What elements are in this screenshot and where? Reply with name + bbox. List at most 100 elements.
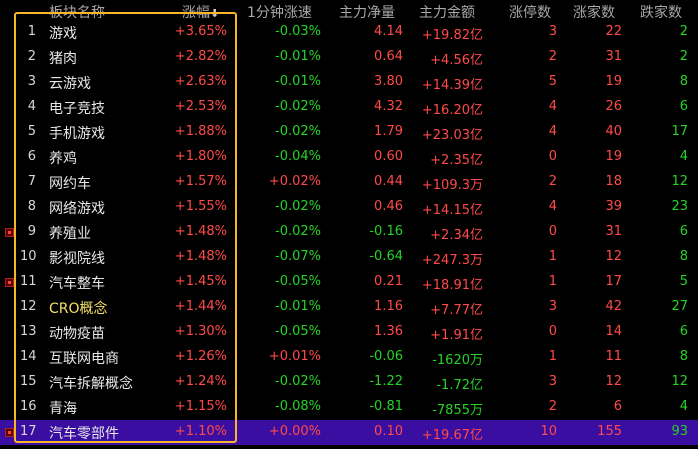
table-row[interactable]: 7 网约车 +1.57% +0.02% 0.44 +109.3万 2 18 12: [0, 170, 698, 195]
one-min-speed: -0.01%: [275, 299, 321, 314]
table-row[interactable]: 17 汽车零部件 +1.10% +0.00% 0.10 +19.67亿 10 155 93: [0, 420, 698, 445]
main-amount: +18.91亿: [421, 278, 483, 293]
table-row[interactable]: 14 互联网电商 +1.26% +0.01% -0.06 -1620万 1 11 8: [0, 345, 698, 370]
change-percent: +1.15%: [174, 399, 227, 414]
down-count: 4: [679, 399, 688, 414]
header-down[interactable]: 跌家数: [640, 2, 682, 22]
header-speed[interactable]: 1分钟涨速: [247, 2, 312, 22]
limit-up-count: 1: [548, 249, 557, 264]
table-row[interactable]: 8 网络游戏 +1.55% -0.02% 0.46 +14.15亿 4 39 23: [0, 195, 698, 220]
table-row[interactable]: 16 青海 +1.15% -0.08% -0.81 -7855万 2 6 4: [0, 395, 698, 420]
net-flow: -1.22: [369, 374, 403, 389]
limit-up-count: 2: [548, 174, 557, 189]
main-amount: +247.3万: [421, 253, 483, 268]
net-flow: 1.36: [374, 324, 403, 339]
row-number: 16: [20, 399, 37, 414]
one-min-speed: -0.02%: [275, 374, 321, 389]
sector-name: CRO概念: [49, 301, 108, 317]
net-flow: 0.21: [374, 274, 403, 289]
change-percent: +2.63%: [174, 74, 227, 89]
main-amount: -7855万: [432, 403, 483, 418]
down-count: 17: [671, 124, 688, 139]
main-amount: +14.15亿: [421, 203, 483, 218]
change-percent: +1.88%: [174, 124, 227, 139]
up-count: 39: [605, 199, 622, 214]
main-amount: +2.35亿: [430, 153, 483, 168]
net-flow: -0.16: [369, 224, 403, 239]
header-limit-up[interactable]: 涨停数: [509, 2, 551, 22]
net-flow: 1.79: [374, 124, 403, 139]
down-count: 8: [679, 74, 688, 89]
row-number: 8: [27, 199, 36, 214]
sector-name: 游戏: [49, 26, 77, 42]
main-amount: +19.82亿: [421, 28, 483, 43]
down-count: 5: [679, 274, 688, 289]
row-number: 9: [27, 224, 36, 239]
one-min-speed: +0.02%: [268, 174, 321, 189]
change-percent: +2.82%: [174, 49, 227, 64]
row-number: 13: [20, 324, 37, 339]
down-count: 6: [679, 224, 688, 239]
main-amount: +14.39亿: [421, 78, 483, 93]
one-min-speed: -0.01%: [275, 74, 321, 89]
alert-marker-icon[interactable]: [5, 228, 14, 237]
table-row[interactable]: 11 汽车整车 +1.45% -0.05% 0.21 +18.91亿 1 17 5: [0, 270, 698, 295]
table-row[interactable]: 13 动物疫苗 +1.30% -0.05% 1.36 +1.91亿 0 14 6: [0, 320, 698, 345]
down-count: 12: [671, 374, 688, 389]
header-change-label[interactable]: 涨幅: [182, 5, 210, 21]
sector-name: 影视院线: [49, 251, 105, 267]
limit-up-count: 0: [548, 324, 557, 339]
row-number: 14: [20, 349, 37, 364]
up-count: 17: [605, 274, 622, 289]
main-amount: -1620万: [432, 353, 483, 368]
up-count: 19: [605, 74, 622, 89]
net-flow: 3.80: [374, 74, 403, 89]
net-flow: 4.14: [374, 24, 403, 39]
main-amount: +4.56亿: [430, 53, 483, 68]
row-number: 12: [20, 299, 37, 314]
limit-up-count: 1: [548, 349, 557, 364]
limit-up-count: 3: [548, 374, 557, 389]
table-row[interactable]: 5 手机游戏 +1.88% -0.02% 1.79 +23.03亿 4 40 17: [0, 120, 698, 145]
change-percent: +1.10%: [174, 424, 227, 439]
header-net-flow[interactable]: 主力净量: [339, 2, 395, 22]
table-row[interactable]: 3 云游戏 +2.63% -0.01% 3.80 +14.39亿 5 19 8: [0, 70, 698, 95]
up-count: 42: [605, 299, 622, 314]
change-percent: +2.53%: [174, 99, 227, 114]
limit-up-count: 3: [548, 24, 557, 39]
table-row[interactable]: 10 影视院线 +1.48% -0.07% -0.64 +247.3万 1 12 8: [0, 245, 698, 270]
row-number: 5: [27, 124, 36, 139]
change-percent: +3.65%: [174, 24, 227, 39]
row-number: 2: [27, 49, 36, 64]
alert-marker-icon[interactable]: [5, 278, 14, 287]
table-header: 板块名称 涨幅⬇ 1分钟涨速 主力净量 主力金额 涨停数 涨家数 跌家数: [0, 0, 698, 22]
table-row[interactable]: 6 养鸡 +1.80% -0.04% 0.60 +2.35亿 0 19 4: [0, 145, 698, 170]
table-row[interactable]: 2 猪肉 +2.82% -0.01% 0.64 +4.56亿 2 31 2: [0, 45, 698, 70]
header-name[interactable]: 板块名称: [49, 2, 105, 22]
table-row[interactable]: 1 游戏 +3.65% -0.03% 4.14 +19.82亿 3 22 2: [0, 20, 698, 45]
sector-name: 网络游戏: [49, 201, 105, 217]
up-count: 14: [605, 324, 622, 339]
header-change[interactable]: 涨幅⬇: [182, 2, 219, 22]
up-count: 22: [605, 24, 622, 39]
table-row[interactable]: 15 汽车拆解概念 +1.24% -0.02% -1.22 -1.72亿 3 12 12: [0, 370, 698, 395]
table-row[interactable]: 12 CRO概念 +1.44% -0.01% 1.16 +7.77亿 3 42 27: [0, 295, 698, 320]
net-flow: 0.46: [374, 199, 403, 214]
alert-marker-icon[interactable]: [5, 428, 14, 437]
header-amount[interactable]: 主力金额: [419, 2, 475, 22]
table-row[interactable]: 9 养殖业 +1.48% -0.02% -0.16 +2.34亿 0 31 6: [0, 220, 698, 245]
sort-desc-arrow-icon[interactable]: ⬇: [210, 7, 219, 20]
one-min-speed: -0.02%: [275, 99, 321, 114]
one-min-speed: -0.03%: [275, 24, 321, 39]
header-up[interactable]: 涨家数: [573, 2, 615, 22]
limit-up-count: 1: [548, 274, 557, 289]
net-flow: 0.64: [374, 49, 403, 64]
up-count: 19: [605, 149, 622, 164]
net-flow: 0.60: [374, 149, 403, 164]
limit-up-count: 4: [548, 124, 557, 139]
row-number: 15: [20, 374, 37, 389]
table-row[interactable]: 4 电子竞技 +2.53% -0.02% 4.32 +16.20亿 4 26 6: [0, 95, 698, 120]
up-count: 18: [605, 174, 622, 189]
down-count: 2: [679, 49, 688, 64]
row-number: 1: [27, 24, 36, 39]
